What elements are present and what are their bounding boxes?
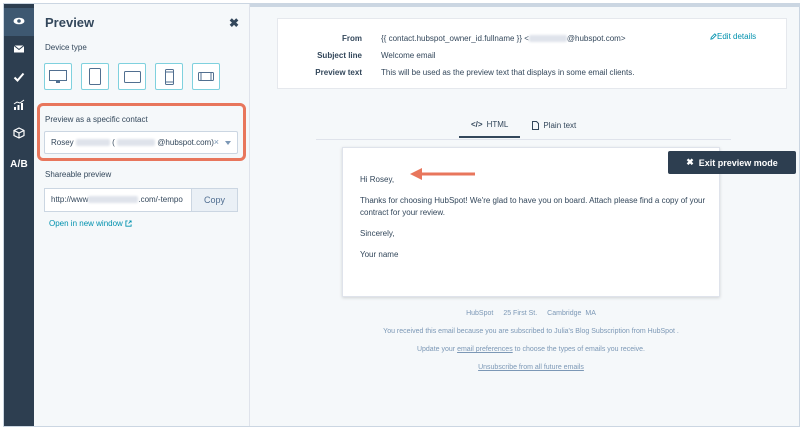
redacted-text (528, 35, 567, 43)
contact-select[interactable]: Rosey ( @hubspot.com) × (44, 131, 238, 154)
device-phone-portrait-button[interactable] (155, 63, 183, 90)
rail-analytics[interactable] (4, 92, 34, 120)
redacted-text (88, 196, 139, 204)
contact-email-domain: @hubspot.com) (157, 138, 214, 147)
preview-panel: Preview ✖ Device type Preview as a speci… (34, 4, 250, 426)
device-desktop-button[interactable] (44, 63, 72, 90)
rail-review[interactable] (4, 64, 34, 92)
rail-email[interactable] (4, 36, 34, 64)
footer-state: MA (585, 310, 596, 317)
top-strip (250, 4, 799, 7)
contact-paren: ( (112, 138, 115, 147)
email-sender-name: Your name (360, 250, 399, 259)
tabs-divider (316, 139, 731, 140)
left-toolbar: A/B (4, 4, 34, 426)
from-label: From (342, 34, 362, 43)
edit-details-link[interactable]: Edit details (710, 32, 756, 41)
analytics-icon (13, 99, 25, 114)
code-icon: </> (471, 119, 483, 129)
chevron-down-icon[interactable] (225, 141, 231, 145)
contact-label: Preview as a specific contact (45, 115, 148, 124)
unsubscribe-link[interactable]: Unsubscribe from all future emails (478, 364, 584, 371)
tab-plain-text[interactable]: Plain text (520, 112, 588, 138)
eye-icon (13, 15, 25, 30)
preview-text-label: Preview text (315, 68, 362, 77)
pencil-icon (710, 33, 717, 41)
email-footer-reason: You received this email because you are … (383, 328, 679, 335)
open-new-window-link[interactable]: Open in new window (49, 219, 132, 228)
email-preferences-link[interactable]: email preferences (457, 346, 513, 353)
tablet-portrait-icon (89, 68, 101, 85)
share-url-suffix: .com/-tempo (138, 195, 183, 204)
share-label: Shareable preview (45, 170, 112, 179)
rail-ab-test[interactable]: A/B (4, 150, 34, 178)
share-url-prefix: http://www (51, 195, 89, 204)
annotation-arrow-icon (410, 168, 475, 180)
subject-label: Subject line (317, 51, 362, 60)
rail-modules[interactable] (4, 120, 34, 148)
email-body-preview: Hi Rosey, Thanks for choosing HubSpot! W… (342, 147, 720, 297)
device-tablet-portrait-button[interactable] (81, 63, 109, 90)
phone-landscape-icon (198, 72, 214, 81)
contact-first-name: Rosey (51, 138, 74, 147)
device-tablet-landscape-button[interactable] (118, 63, 146, 90)
open-link-label: Open in new window (49, 219, 123, 228)
share-url-input[interactable]: http://www .com/-tempo (44, 188, 191, 212)
envelope-icon (13, 43, 25, 58)
tab-plain-label: Plain text (543, 120, 577, 130)
preview-main: From {{ contact.hubspot_owner_id.fullnam… (250, 4, 799, 426)
desktop-icon (49, 69, 67, 83)
footer-city: Cambridge (547, 310, 582, 317)
rail-preview[interactable] (4, 8, 34, 36)
exit-preview-button[interactable]: ✖ Exit preview mode (668, 151, 796, 174)
redacted-text (75, 139, 110, 147)
footer-update-prefix: Update your (416, 346, 456, 353)
footer-company: HubSpot (466, 310, 494, 317)
phone-portrait-icon (164, 68, 174, 85)
email-details-card: From {{ contact.hubspot_owner_id.fullnam… (277, 18, 787, 89)
subject-value: Welcome email (381, 51, 436, 60)
preview-tabs: </> HTML Plain text (459, 112, 588, 138)
edit-details-label: Edit details (717, 32, 757, 41)
device-selector (44, 63, 220, 90)
tab-html[interactable]: </> HTML (459, 112, 521, 138)
app-frame: A/B Preview ✖ Device type Preview as a s… (3, 3, 800, 427)
panel-title: Preview (45, 15, 95, 30)
email-signoff: Sincerely, (360, 229, 395, 238)
close-icon[interactable]: ✖ (229, 16, 239, 30)
checkmark-icon (13, 71, 25, 86)
exit-preview-label: Exit preview mode (698, 157, 778, 168)
external-link-icon (125, 220, 132, 227)
device-phone-landscape-button[interactable] (192, 63, 220, 90)
redacted-text (117, 139, 156, 147)
footer-street: 25 First St. (503, 310, 538, 317)
clear-icon[interactable]: × (214, 132, 219, 153)
email-footer-unsubscribe: Unsubscribe from all future emails (342, 364, 720, 371)
email-footer-preferences: Update your email preferences to choose … (342, 346, 720, 353)
email-footer-address: HubSpot 25 First St. Cambridge MA (342, 310, 720, 317)
share-url-group: http://www .com/-tempo Copy (44, 188, 238, 212)
copy-button[interactable]: Copy (191, 188, 238, 212)
tablet-landscape-icon (123, 70, 141, 83)
close-icon: ✖ (686, 157, 694, 167)
email-body-text: Thanks for choosing HubSpot! We're glad … (360, 196, 706, 217)
tab-html-label: HTML (486, 119, 509, 129)
preview-text-value: This will be used as the preview text th… (381, 68, 635, 77)
footer-update-suffix: to choose the types of emails you receiv… (514, 346, 646, 353)
device-type-label: Device type (45, 43, 87, 52)
cube-icon (13, 126, 25, 142)
from-value: {{ contact.hubspot_owner_id.fullname }} … (381, 34, 626, 43)
document-icon (532, 120, 540, 130)
